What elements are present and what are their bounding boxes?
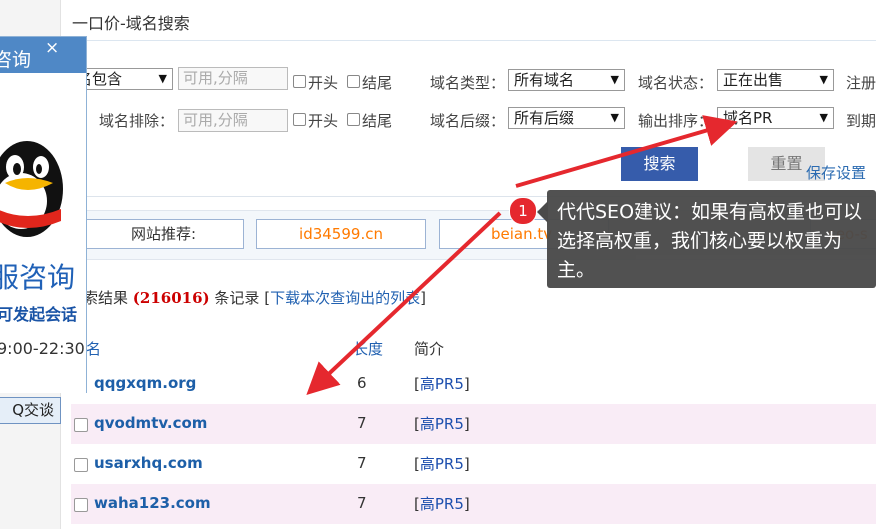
arrow-to-results <box>306 211 502 395</box>
seo-tooltip: 代代SEO建议：如果有高权重也可以选择高权重，我们核心要以权重为主。 <box>547 190 876 288</box>
tooltip-text: 代代SEO建议：如果有高权重也可以选择高权重，我们核心要以权重为主。 <box>557 201 863 281</box>
arrow-to-sort <box>515 115 738 188</box>
annotation-number-badge: 1 <box>509 197 537 225</box>
